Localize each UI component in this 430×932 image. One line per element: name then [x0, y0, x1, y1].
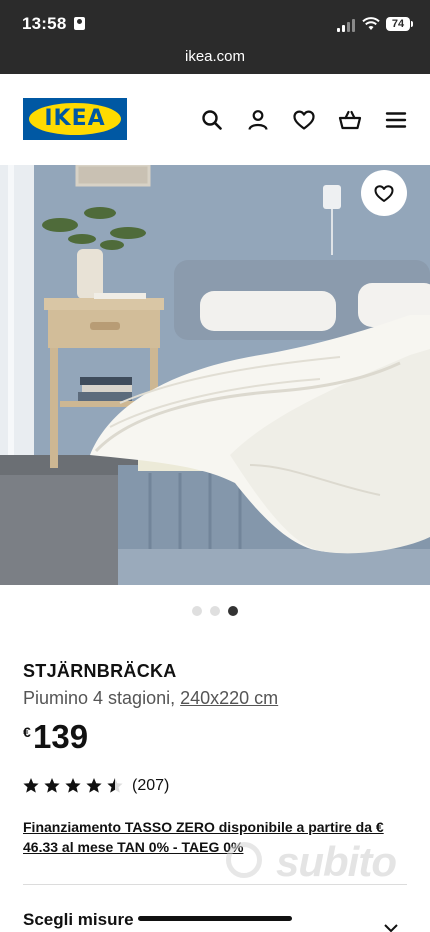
wifi-icon	[362, 17, 380, 30]
account-icon[interactable]	[246, 108, 270, 132]
star-icon	[65, 778, 81, 793]
star-icon	[23, 778, 39, 793]
bedroom-duvet-photo	[0, 165, 430, 585]
carousel-dot-3-active[interactable]	[228, 606, 238, 616]
section-divider	[23, 884, 407, 885]
status-time: 13:58	[22, 14, 67, 33]
heart-outline-icon	[374, 185, 394, 202]
watermark-text: subito	[276, 838, 397, 885]
browser-url-bar[interactable]: ikea.com	[0, 44, 430, 74]
signal-icon	[337, 18, 357, 32]
chevron-down-icon[interactable]	[384, 924, 398, 932]
subito-watermark: subito	[224, 836, 414, 888]
search-icon[interactable]	[200, 108, 224, 132]
product-description: Piumino 4 stagioni, 240x220 cm	[23, 688, 278, 709]
favorite-button[interactable]	[361, 170, 407, 216]
product-name: STJÄRNBRÄCKA	[23, 661, 177, 681]
choose-size-label[interactable]: Scegli misure	[23, 910, 134, 930]
logo-text: IKEA	[44, 106, 106, 131]
price-value: 139	[33, 718, 89, 755]
image-carousel-indicator	[0, 606, 430, 618]
carousel-dot-2[interactable]	[210, 606, 220, 616]
star-icon	[86, 778, 102, 793]
shopping-basket-icon[interactable]	[338, 108, 362, 132]
url-text: ikea.com	[184, 48, 246, 65]
person-badge-icon	[74, 17, 85, 30]
battery-icon: 74	[386, 17, 413, 31]
star-icon	[44, 778, 60, 793]
menu-icon[interactable]	[384, 108, 408, 132]
product-image[interactable]	[0, 165, 430, 585]
price-currency: €	[23, 724, 31, 740]
site-header: IKEA	[0, 74, 430, 165]
wishlist-heart-icon[interactable]	[292, 108, 316, 132]
product-size-link[interactable]: 240x220 cm	[180, 688, 278, 708]
product-type: Piumino 4 stagioni,	[23, 688, 176, 708]
ikea-logo[interactable]: IKEA	[23, 98, 127, 140]
review-count[interactable]: (207)	[132, 777, 169, 795]
carousel-dot-1[interactable]	[192, 606, 202, 616]
status-bar: 13:58 74	[0, 0, 430, 44]
subito-logo-ring	[226, 842, 262, 878]
home-indicator[interactable]	[138, 916, 292, 921]
rating-stars[interactable]	[23, 777, 123, 795]
